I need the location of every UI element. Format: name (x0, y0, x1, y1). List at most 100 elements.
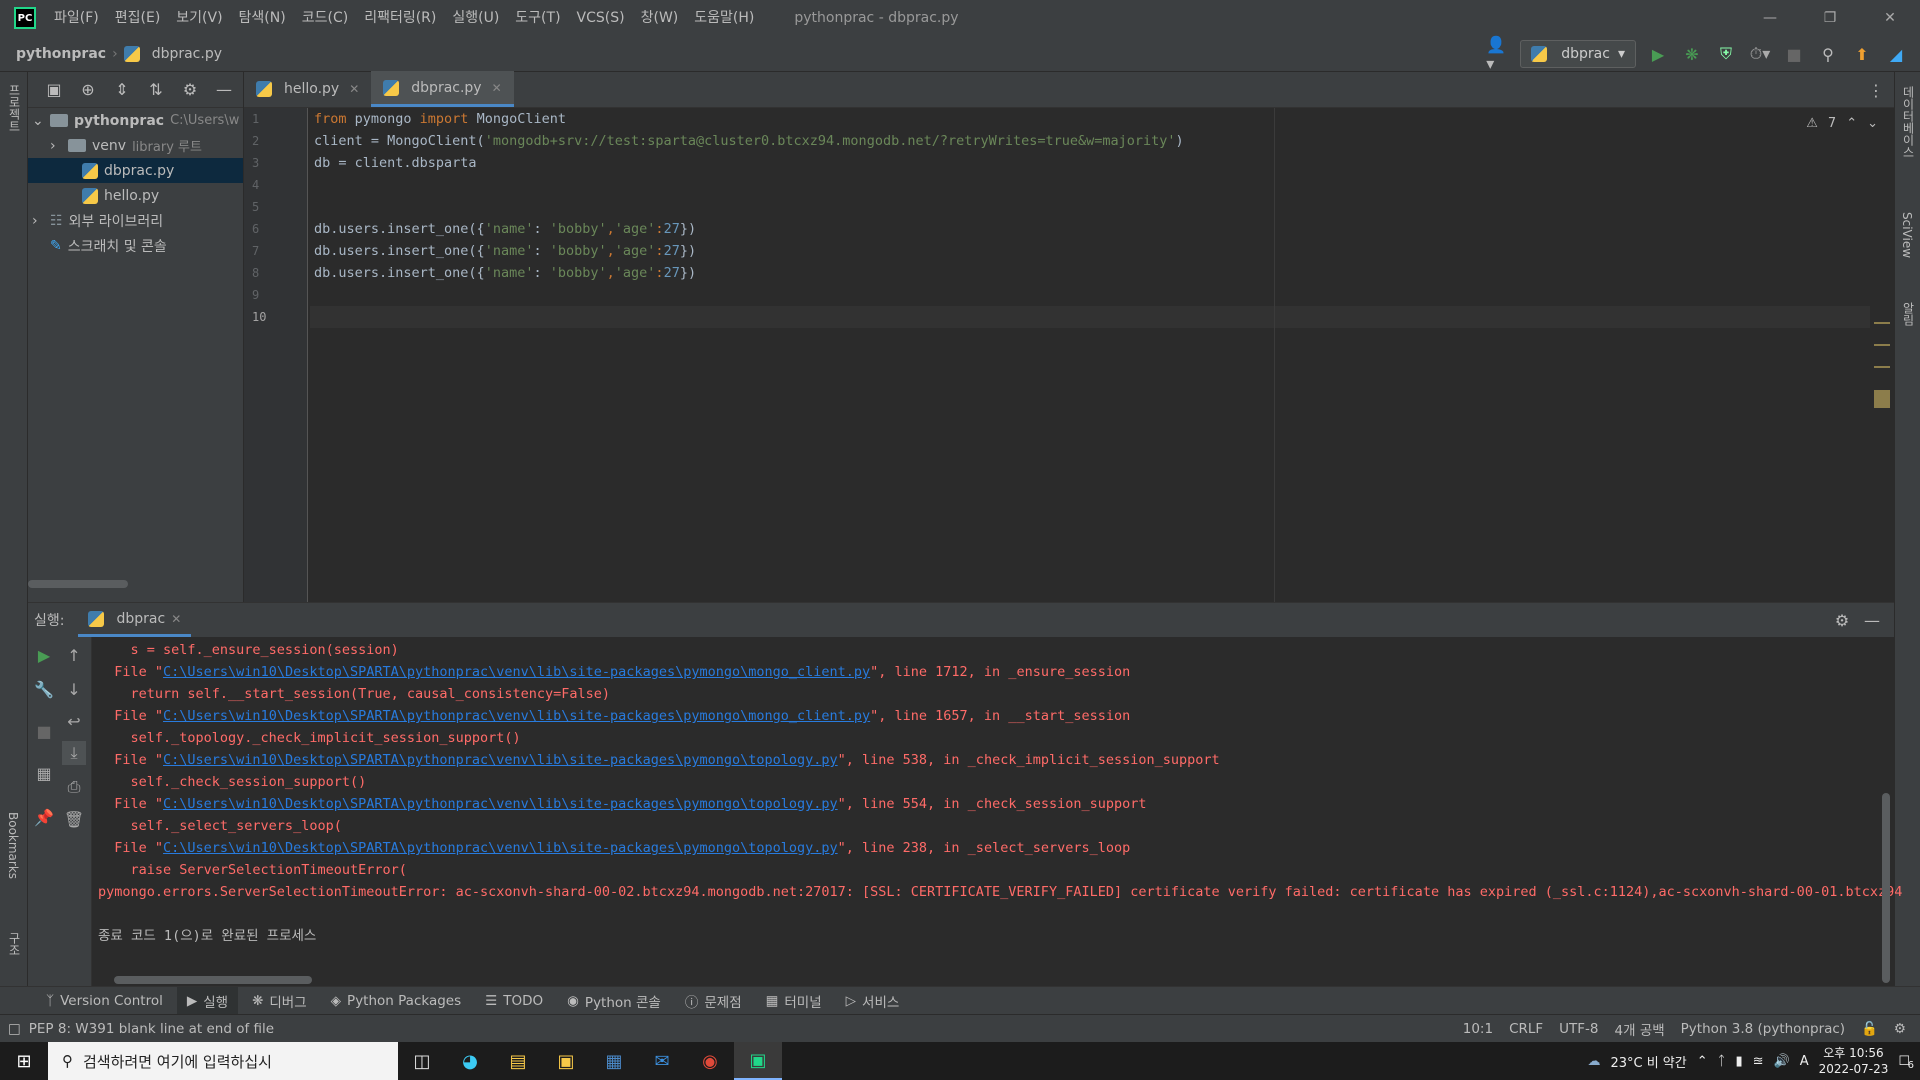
tool-terminal[interactable]: ▦ 터미널 (756, 987, 832, 1015)
profile-icon[interactable]: ⏱▾ (1748, 42, 1772, 66)
chrome-icon[interactable]: ◉ (686, 1042, 734, 1080)
error-stripe-mark[interactable] (1874, 344, 1890, 346)
tree-root[interactable]: ⌄ pythonprac C:\Users\w (28, 108, 243, 133)
store-icon[interactable]: ▣ (542, 1042, 590, 1080)
file-link[interactable]: C:\Users\win10\Desktop\SPARTA\pythonprac… (163, 840, 838, 856)
tree-item-venv[interactable]: › venv library 루트 (28, 133, 243, 158)
code-editor[interactable]: from pymongo import MongoClient client =… (310, 108, 1870, 602)
menu-navigate[interactable]: 탐색(N) (231, 0, 294, 36)
breadcrumb-project[interactable]: pythonprac (16, 46, 106, 62)
scroll-to-end-icon[interactable]: ⤓ (62, 741, 86, 765)
hide-icon[interactable]: — (212, 78, 236, 102)
menu-edit[interactable]: 편집(E) (107, 0, 169, 36)
hide-icon[interactable]: — (1860, 608, 1884, 632)
console-output[interactable]: s = self._ensure_session(session) File "… (98, 639, 1918, 979)
close-tab-icon[interactable]: ✕ (171, 612, 181, 626)
gear-icon[interactable]: ⚙ (178, 78, 202, 102)
menu-view[interactable]: 보기(V) (168, 0, 230, 36)
trash-icon[interactable]: 🗑 (62, 807, 86, 831)
search-icon[interactable]: ⚲ (1816, 42, 1840, 66)
tree-item-scratches[interactable]: ✎ 스크래치 및 콘솔 (28, 233, 243, 258)
notifications-tool-button[interactable]: 알림 (1900, 302, 1917, 326)
rerun-icon[interactable]: ▶ (32, 643, 56, 667)
edge-icon[interactable]: ◕ (446, 1042, 494, 1080)
minimize-icon[interactable]: — (1740, 0, 1800, 36)
tool-version-control[interactable]: ᛉ Version Control (36, 987, 173, 1015)
close-tab-icon[interactable]: ✕ (349, 82, 359, 96)
close-icon[interactable]: ✕ (1860, 0, 1920, 36)
gear-icon[interactable]: ⚙ (1830, 608, 1854, 632)
more-icon[interactable]: ⋮ (1864, 78, 1888, 102)
windows-start-icon[interactable]: ⊞ (0, 1042, 48, 1080)
inspection-widget[interactable]: ⚠ 7 ⌃ ⌄ (1806, 116, 1878, 131)
battery-icon[interactable]: ▮ (1735, 1054, 1742, 1069)
tool-todo[interactable]: ☰ TODO (475, 987, 553, 1015)
error-stripe-mark[interactable] (1874, 366, 1890, 368)
taskbar-search[interactable]: ⚲ 검색하려면 여기에 입력하십시 (48, 1042, 398, 1080)
file-link[interactable]: C:\Users\win10\Desktop\SPARTA\pythonprac… (163, 708, 870, 724)
horizontal-scrollbar[interactable] (28, 580, 128, 588)
file-encoding[interactable]: UTF-8 (1559, 1021, 1598, 1037)
clock[interactable]: 오후 10:56 2022-07-23 (1819, 1045, 1889, 1077)
tool-debug[interactable]: ❋ 디버그 (242, 987, 317, 1015)
indent-setting[interactable]: 4개 공백 (1615, 1019, 1665, 1039)
tree-item-dbprac[interactable]: dbprac.py (28, 158, 243, 183)
status-message[interactable]: PEP 8: W391 blank line at end of file (29, 1021, 274, 1037)
notification-icon[interactable]: ☐ 6 (1898, 1054, 1914, 1071)
menu-window[interactable]: 창(W) (633, 0, 687, 36)
file-link[interactable]: C:\Users\win10\Desktop\SPARTA\pythonprac… (163, 752, 838, 768)
tool-problems[interactable]: ⓘ 문제점 (675, 987, 752, 1015)
bluetooth-icon[interactable]: ᛏ (1718, 1054, 1726, 1069)
tray-expand-icon[interactable]: ⌃ (1697, 1054, 1708, 1069)
chevron-down-icon[interactable]: ⌄ (1867, 116, 1878, 131)
ime-indicator[interactable]: A (1800, 1054, 1809, 1069)
tab-dbprac[interactable]: dbprac.py ✕ (371, 71, 514, 107)
weather-text[interactable]: 23°C 비 약간 (1610, 1052, 1686, 1071)
menu-help[interactable]: 도움말(H) (686, 0, 762, 36)
weather-icon[interactable]: ☁ (1587, 1054, 1600, 1069)
print-icon[interactable]: ⎙ (62, 775, 86, 799)
chevron-up-icon[interactable]: ⌃ (1846, 116, 1857, 131)
run-config-select[interactable]: dbprac ▾ (1520, 40, 1636, 68)
coverage-icon[interactable]: ⛨ (1714, 42, 1738, 66)
menu-tools[interactable]: 도구(T) (507, 0, 568, 36)
tool-services[interactable]: ▷ 서비스 (836, 987, 910, 1015)
task-view-icon[interactable]: ◫ (398, 1042, 446, 1080)
restore-icon[interactable]: ❐ (1800, 0, 1860, 36)
tree-item-external-libraries[interactable]: › ☷ 외부 라이브러리 (28, 208, 243, 233)
pin-icon[interactable]: 📌 (32, 805, 56, 829)
tool-run[interactable]: ▶ 실행 (176, 986, 239, 1015)
menu-vcs[interactable]: VCS(S) (569, 0, 633, 36)
error-stripe-mark[interactable] (1874, 390, 1890, 408)
layout-icon[interactable]: ▣ (42, 78, 66, 102)
database-tool-button[interactable]: 데이터베이스 (1900, 86, 1917, 158)
menu-refactor[interactable]: 리팩터링(R) (356, 0, 444, 36)
console-hscrollbar[interactable] (114, 976, 312, 984)
mail-icon[interactable]: ✉ (638, 1042, 686, 1080)
jetbrains-icon[interactable]: ◢ (1884, 42, 1908, 66)
console-vscrollbar[interactable] (1882, 793, 1890, 983)
file-link[interactable]: C:\Users\win10\Desktop\SPARTA\pythonprac… (163, 796, 838, 812)
wrench-icon[interactable]: 🔧 (32, 677, 56, 701)
close-tab-icon[interactable]: ✕ (492, 81, 502, 95)
expand-all-icon[interactable]: ⇕ (110, 78, 134, 102)
tree-item-hello[interactable]: hello.py (28, 183, 243, 208)
run-tab-dbprac[interactable]: dbprac ✕ (78, 603, 192, 637)
soft-wrap-icon[interactable]: ↩ (62, 709, 86, 733)
layout-icon[interactable]: ▦ (32, 761, 56, 785)
collapse-all-icon[interactable]: ⇅ (144, 78, 168, 102)
error-stripe-mark[interactable] (1874, 322, 1890, 324)
breadcrumb-file[interactable]: dbprac.py (152, 46, 222, 62)
line-separator[interactable]: CRLF (1509, 1021, 1543, 1037)
sciview-tool-button[interactable]: SciView (1900, 212, 1914, 258)
project-tool-button[interactable]: 프로젝트 (6, 84, 23, 132)
stop-icon[interactable]: ■ (32, 719, 56, 743)
run-icon[interactable]: ▶ (1646, 42, 1670, 66)
file-link[interactable]: C:\Users\win10\Desktop\SPARTA\pythonprac… (163, 664, 870, 680)
lock-icon[interactable]: 🔓 (1861, 1021, 1878, 1037)
pycharm-taskbar-icon[interactable]: ▣ (734, 1042, 782, 1080)
menu-file[interactable]: 파일(F) (46, 0, 107, 36)
interpreter-selector[interactable]: Python 3.8 (pythonprac) (1681, 1021, 1845, 1037)
inspection-profile-icon[interactable]: ⚙ (1894, 1021, 1906, 1037)
up-arrow-icon[interactable]: ↑ (62, 643, 86, 667)
